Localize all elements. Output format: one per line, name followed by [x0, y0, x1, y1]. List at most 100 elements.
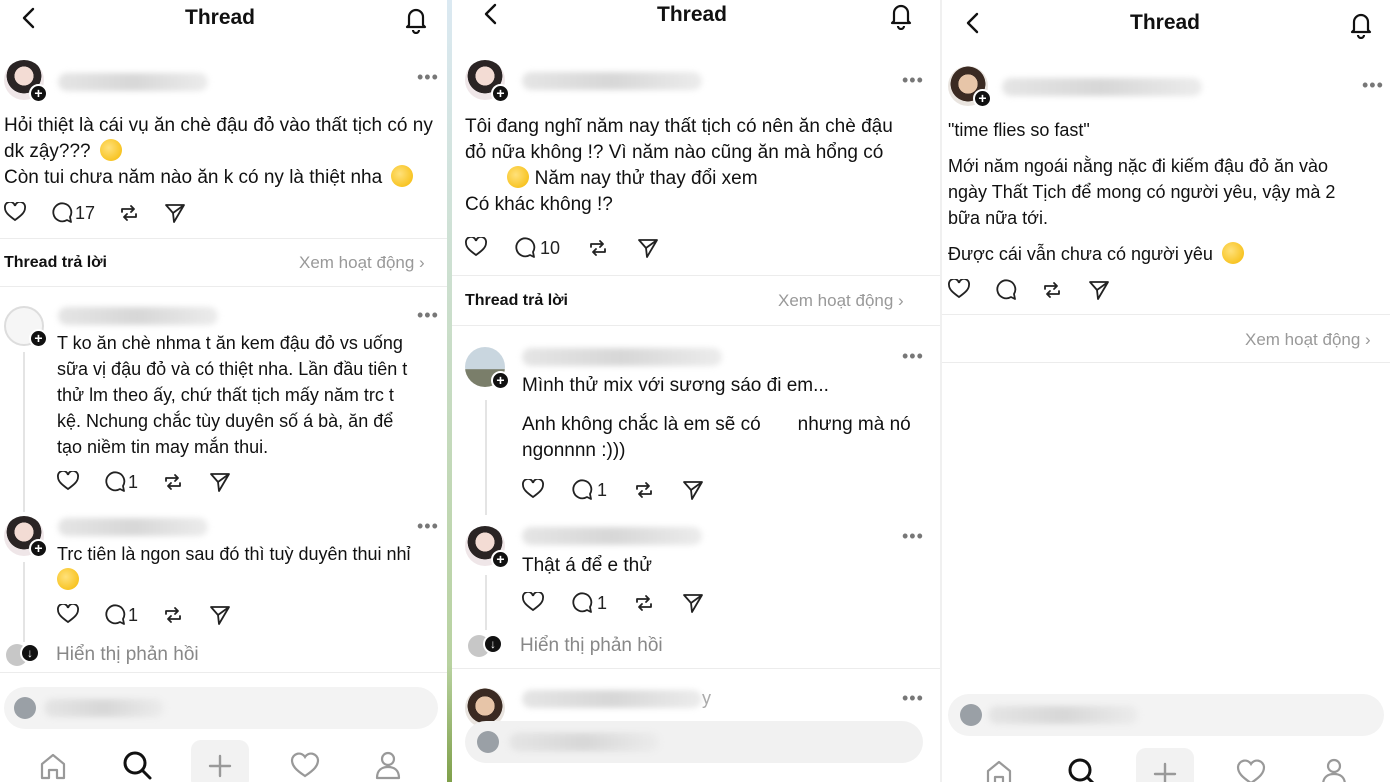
more-icon[interactable]: ••• — [1362, 76, 1384, 94]
reply-input[interactable] — [948, 694, 1384, 736]
emoji-icon — [391, 165, 414, 187]
search-icon[interactable] — [121, 749, 153, 781]
username-blurred — [58, 73, 208, 91]
new-thread-button[interactable] — [191, 740, 249, 782]
chevron-right-icon: › — [898, 291, 904, 310]
divider — [452, 325, 940, 326]
emoji-icon — [507, 166, 530, 188]
heart-icon[interactable] — [57, 604, 79, 624]
heart-icon[interactable] — [948, 279, 970, 299]
back-icon[interactable] — [480, 2, 502, 26]
more-icon[interactable]: ••• — [417, 68, 439, 86]
comment-icon[interactable] — [514, 237, 536, 259]
follow-plus-icon[interactable]: + — [29, 539, 48, 558]
username-blurred — [58, 307, 218, 325]
divider — [942, 314, 1390, 315]
repost-icon[interactable] — [162, 471, 184, 493]
comment-icon[interactable] — [104, 604, 126, 626]
reply-input[interactable] — [465, 721, 923, 763]
heart-icon[interactable] — [522, 479, 544, 499]
search-icon[interactable] — [1066, 756, 1098, 782]
home-icon[interactable] — [984, 758, 1014, 782]
repost-icon[interactable] — [162, 604, 184, 626]
share-icon[interactable] — [637, 237, 659, 259]
share-icon[interactable] — [209, 471, 231, 493]
share-icon[interactable] — [1088, 279, 1110, 301]
comment-icon[interactable] — [104, 471, 126, 493]
divider — [452, 668, 940, 669]
comment-icon[interactable] — [995, 279, 1017, 301]
follow-plus-icon[interactable]: + — [29, 84, 48, 103]
profile-icon[interactable] — [374, 750, 402, 780]
share-icon[interactable] — [682, 592, 704, 614]
new-thread-button[interactable] — [1136, 748, 1194, 782]
more-icon[interactable]: ••• — [902, 527, 924, 545]
reply-placeholder-blurred — [509, 733, 659, 751]
post-text: Hỏi thiệt là cái vụ ăn chè đậu đỏ vào th… — [4, 115, 433, 188]
repost-icon[interactable] — [118, 202, 140, 224]
heart-icon[interactable] — [465, 237, 487, 257]
more-icon[interactable]: ••• — [902, 71, 924, 89]
follow-plus-icon[interactable]: + — [29, 329, 48, 348]
activity-heart-icon[interactable] — [290, 751, 320, 779]
divider — [0, 672, 447, 673]
divider — [942, 362, 1390, 363]
reply-placeholder-blurred — [988, 706, 1138, 724]
more-icon[interactable]: ••• — [902, 689, 924, 707]
thread-panel-1: Thread + ••• Hỏi thiệt là cái vụ ăn chè … — [0, 0, 447, 782]
follow-plus-icon[interactable]: + — [491, 550, 510, 569]
follow-plus-icon[interactable]: + — [491, 84, 510, 103]
more-icon[interactable]: ••• — [417, 306, 439, 324]
emoji-icon — [57, 568, 79, 590]
emoji-icon — [99, 139, 122, 161]
profile-icon[interactable] — [1320, 757, 1348, 782]
username-blurred — [58, 518, 208, 536]
follow-plus-icon[interactable]: + — [491, 371, 510, 390]
page-title: Thread — [185, 6, 256, 29]
avatar — [14, 697, 36, 719]
avatar — [477, 731, 499, 753]
back-icon[interactable] — [18, 6, 40, 30]
follow-plus-icon[interactable]: + — [973, 89, 992, 108]
bell-icon[interactable] — [1347, 9, 1375, 39]
repost-icon[interactable] — [633, 592, 655, 614]
username-blurred — [522, 72, 702, 90]
thread-line — [23, 352, 25, 512]
comment-icon[interactable] — [571, 592, 593, 614]
username-blurred — [1002, 78, 1202, 96]
more-icon[interactable]: ••• — [417, 517, 439, 535]
view-activity-link[interactable]: Xem hoạt động › — [1245, 330, 1371, 350]
comment-icon[interactable] — [51, 202, 73, 224]
view-activity-link[interactable]: Xem hoạt động › — [299, 253, 425, 273]
repost-icon[interactable] — [633, 479, 655, 501]
post-text: Tôi đang nghĩ năm nay thất tịch có nên ă… — [465, 116, 893, 215]
post-text: Mới năm ngoái nằng nặc đi kiếm đậu đỏ ăn… — [948, 156, 1336, 228]
reply-input[interactable] — [4, 687, 438, 729]
reply-count: 1 — [128, 472, 139, 492]
share-icon[interactable] — [682, 479, 704, 501]
heart-icon[interactable] — [57, 471, 79, 491]
bell-icon[interactable] — [887, 0, 915, 30]
post-text: Được cái vẫn chưa có người yêu — [948, 241, 1378, 267]
show-replies-link[interactable]: Hiển thị phản hồi — [520, 635, 663, 657]
bell-icon[interactable] — [402, 4, 430, 34]
activity-heart-icon[interactable] — [1236, 758, 1266, 782]
heart-icon[interactable] — [522, 592, 544, 612]
chevron-right-icon: › — [1365, 330, 1371, 349]
heart-icon[interactable] — [4, 202, 26, 222]
show-replies-link[interactable]: Hiển thị phản hồi — [56, 644, 199, 666]
repost-icon[interactable] — [587, 237, 609, 259]
repost-icon[interactable] — [1041, 279, 1063, 301]
replies-section-label: Thread trả lời — [465, 292, 568, 309]
back-icon[interactable] — [962, 11, 984, 35]
view-activity-link[interactable]: Xem hoạt động › — [778, 291, 904, 311]
chevron-right-icon: › — [419, 253, 425, 272]
share-icon[interactable] — [164, 202, 186, 224]
share-icon[interactable] — [209, 604, 231, 626]
home-icon[interactable] — [38, 751, 68, 781]
avatar — [960, 704, 982, 726]
more-icon[interactable]: ••• — [902, 347, 924, 365]
page-title: Thread — [1130, 11, 1201, 34]
plus-icon — [1153, 762, 1177, 782]
comment-icon[interactable] — [571, 479, 593, 501]
